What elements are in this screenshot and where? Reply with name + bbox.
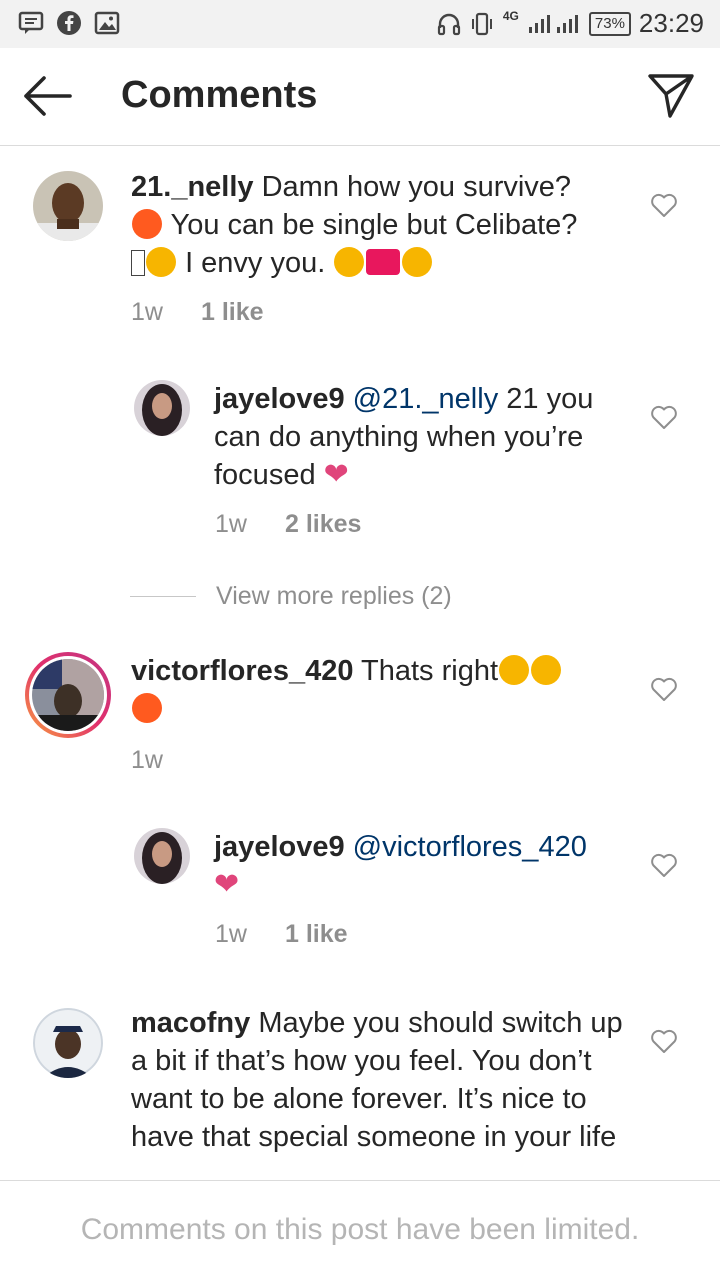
comment-text: jayelove9 @21._nelly 21 you can do anyth… xyxy=(214,380,634,494)
mention-link[interactable]: @21._nelly xyxy=(353,383,499,415)
heart-emoji: ❤ xyxy=(323,458,349,491)
comments-header: Comments xyxy=(0,48,720,146)
mention-link[interactable]: @victorflores_420 xyxy=(353,831,587,863)
comment-likes[interactable]: 1 like xyxy=(201,298,264,326)
status-bar: 4G 73% 23:29 xyxy=(0,0,720,48)
message-icon xyxy=(18,11,44,34)
vibrate-icon xyxy=(471,12,492,35)
like-heart-icon[interactable] xyxy=(650,676,678,702)
comment-username[interactable]: macofny xyxy=(131,1007,250,1039)
comment-username[interactable]: victorflores_420 xyxy=(131,655,353,687)
comment-meta: 1w 2 likes xyxy=(215,510,361,539)
comment-body: Thats right xyxy=(361,655,499,687)
comment-text: 21._nelly Damn how you survive? You can … xyxy=(131,168,631,282)
comment-body: Damn how you survive? xyxy=(261,171,572,203)
page-title: Comments xyxy=(121,74,318,116)
fire-emoji xyxy=(132,693,162,723)
comment-time: 1w xyxy=(215,510,247,538)
comment-username[interactable]: jayelove9 xyxy=(214,831,345,863)
comment-username[interactable]: jayelove9 xyxy=(214,383,345,415)
hundred-points-emoji xyxy=(366,249,401,275)
view-more-replies-label: View more replies (2) xyxy=(216,582,452,610)
comment-time: 1w xyxy=(131,298,163,326)
raising-hands-emoji xyxy=(402,247,433,277)
image-icon xyxy=(94,11,120,35)
divider-line xyxy=(130,596,196,597)
back-arrow-icon xyxy=(24,76,72,116)
clapping-hands-emoji xyxy=(531,655,562,685)
heart-emoji: ❤ xyxy=(214,868,240,901)
like-heart-icon[interactable] xyxy=(650,404,678,430)
status-left-icons xyxy=(18,10,120,36)
crying-face-emoji xyxy=(132,209,162,239)
avatar[interactable] xyxy=(134,380,190,436)
comment-likes[interactable]: 2 likes xyxy=(285,510,361,538)
comment-meta: 1w 1 like xyxy=(131,298,264,327)
clapping-hands-emoji xyxy=(499,655,530,685)
comment-item: macofny Maybe you should switch up a bit… xyxy=(0,1004,720,1180)
status-right: 4G 73% 23:29 xyxy=(437,8,704,39)
comment-text: macofny Maybe you should switch up a bit… xyxy=(131,1004,631,1156)
avatar[interactable] xyxy=(33,1008,103,1078)
avatar[interactable] xyxy=(33,171,103,241)
view-more-replies-button[interactable]: View more replies (2) xyxy=(130,582,452,611)
status-time: 23:29 xyxy=(638,8,704,38)
battery-indicator: 73% xyxy=(588,11,631,36)
comment-time: 1w xyxy=(131,746,163,774)
thinking-face-emoji xyxy=(146,247,176,277)
comments-footer: Comments on this post have been limited. xyxy=(0,1180,720,1280)
comment-likes[interactable]: 1 like xyxy=(285,920,348,948)
like-heart-icon[interactable] xyxy=(650,1028,678,1054)
comment-meta: 1w 1 like xyxy=(215,920,348,949)
back-button[interactable] xyxy=(20,74,76,118)
signal-icon xyxy=(528,14,578,33)
facebook-icon xyxy=(57,11,81,35)
network-type: 4G xyxy=(502,8,519,23)
comment-body: You can be single but Celibate? xyxy=(170,209,578,241)
direct-share-icon xyxy=(648,74,694,118)
share-button[interactable] xyxy=(646,70,696,120)
headphones-icon xyxy=(437,13,460,35)
avatar[interactable] xyxy=(134,828,190,884)
missing-glyph-icon xyxy=(131,250,145,276)
comment-text: jayelove9 @victorflores_420 ❤ xyxy=(214,828,634,904)
comment-time: 1w xyxy=(215,920,247,948)
like-heart-icon[interactable] xyxy=(650,192,678,218)
like-heart-icon[interactable] xyxy=(650,852,678,878)
comment-text: victorflores_420 Thats right xyxy=(131,652,611,728)
avatar-story-ring[interactable] xyxy=(25,652,111,738)
comment-body: I envy you. xyxy=(185,247,326,279)
comments-limited-notice: Comments on this post have been limited. xyxy=(80,1213,640,1246)
comment-username[interactable]: 21._nelly xyxy=(131,171,254,203)
comment-meta: 1w xyxy=(131,746,163,775)
laughing-face-emoji xyxy=(334,247,365,277)
